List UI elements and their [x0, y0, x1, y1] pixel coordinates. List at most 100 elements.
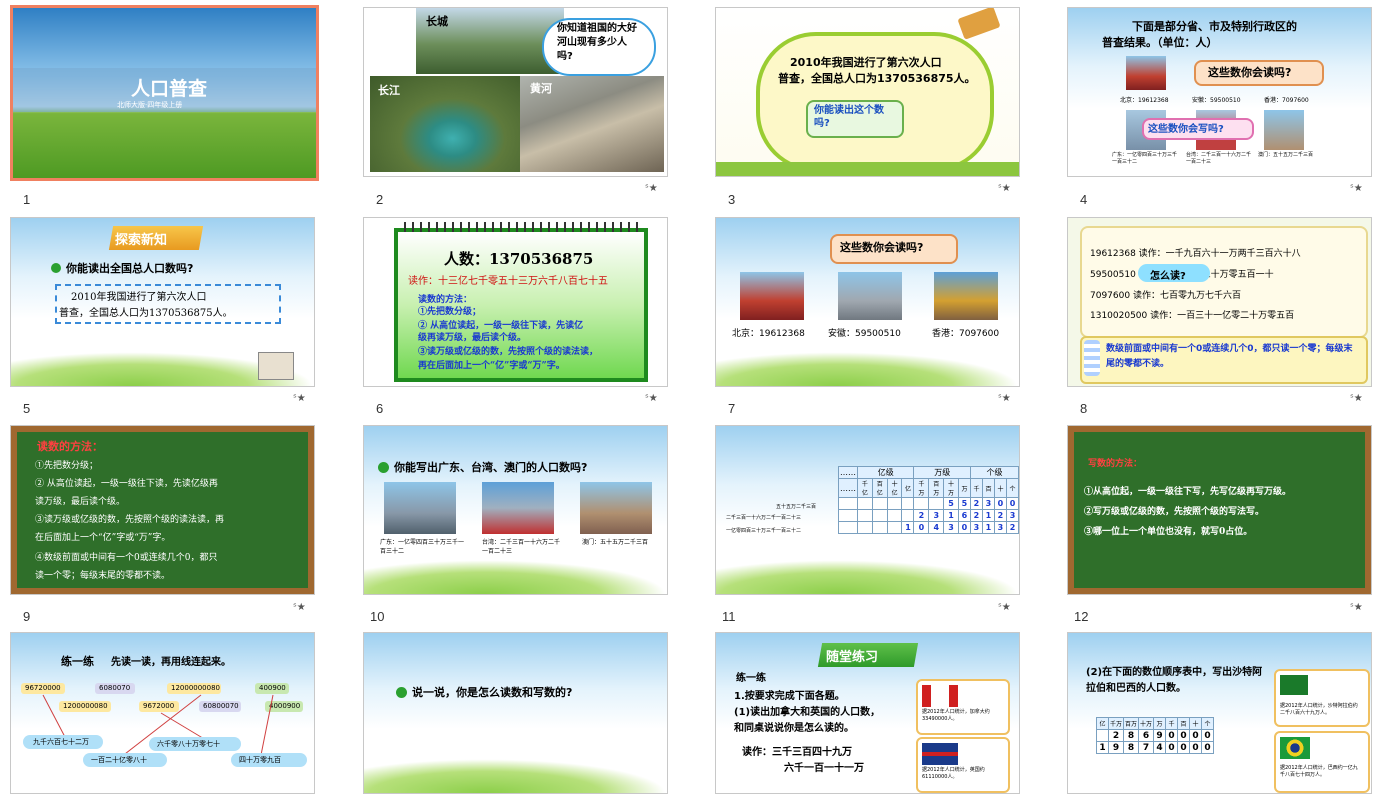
slide-thumbnail-9[interactable]: 读数的方法： ①先把数分级； ② 从高位读起，一级一级往下读，先读亿级再 读万级… [10, 425, 315, 595]
slide-thumbnail-12[interactable]: 写数的方法： ①从高位起，一级一级往下写，先写亿级再写万级。 ②写万级或亿级的数… [1067, 425, 1372, 595]
box-line1: 2010年我国进行了第六次人口 [71, 292, 207, 303]
line-1: 1.按要求完成下面各题。 [734, 691, 845, 702]
beijing-label: 北京：19612368 [732, 329, 805, 339]
place-header-cell: 十万 [943, 478, 959, 498]
slide-thumbnail-1[interactable]: 人口普查 北师大版·四年级上册 [10, 5, 319, 181]
animation-star-icon: ˢ★ [645, 393, 658, 404]
canada-card-text: 据2012年人口统计，加拿大约33490000人。 [922, 709, 990, 722]
digit-cell: 0 [1189, 729, 1203, 742]
header-wan: 万级 [913, 466, 971, 479]
anhui-label: 安徽：59500510 [828, 329, 901, 339]
slide-thumbnail-10[interactable]: 你能写出广东、台湾、澳门的人口数吗? 广东：一亿零四百三十万三千一百三十二 台湾… [363, 425, 668, 595]
slide-thumbnail-6[interactable]: 人数：1370536875 读作：十三亿七千零五十三万六千八百七十五 读数的方法… [363, 217, 668, 387]
connecting-lines [42, 694, 274, 758]
place-header-cell: 千万 [1107, 717, 1125, 730]
digit-cell: 2 [969, 497, 983, 510]
tag-text: 随堂练习 [826, 650, 879, 665]
digit-cell: 0 [1201, 741, 1215, 754]
slide-thumbnail-14[interactable]: 说一说，你是怎么读数和写数的? [363, 632, 668, 794]
digit-cell: 8 [1123, 729, 1140, 742]
slide-thumbnail-2[interactable]: 长城 长江 黄河 你知道祖国的大好河山现有多少人吗? [363, 7, 668, 177]
header-ellipsis: …… [838, 466, 858, 479]
guangdong-label: 广东：一亿零四百三十万三千一百三十二 [380, 539, 465, 555]
question-text: (2)在下面的数位顺序表中，写出沙特阿拉伯和巴西的人口数。 [1086, 667, 1263, 694]
place-header-cell: 千万 [913, 478, 930, 498]
slide-thumbnail-5[interactable]: 探索新知 你能读出全国总人口数吗? 2010年我国进行了第六次人口 普查，全国总… [10, 217, 315, 387]
digit-cell: 4 [1153, 741, 1167, 754]
sub-tag: 练一练 [736, 673, 766, 684]
place-header-cell: 个 [1201, 717, 1215, 730]
digit-cell: 9 [1107, 741, 1125, 754]
header-ellipsis-cell: …… [838, 478, 858, 498]
digit-cell: 3 [969, 521, 983, 534]
slide-thumbnail-13[interactable]: 练一练 先读一读，再用线连起来。 96720000 6080070 120000… [10, 632, 315, 794]
digit-cell: 2 [1107, 729, 1125, 742]
place-header-cell: 亿 [901, 478, 915, 498]
taiwan-label: 台湾：二千三百一十六万二千一百二十三 [482, 539, 561, 555]
header-line1: 下面是部分省、市及特别行政区的 [1132, 20, 1297, 33]
line-3: 和同桌说说你是怎么读的。 [734, 723, 854, 734]
slide-thumbnail-16[interactable]: (2)在下面的数位顺序表中，写出沙特阿拉伯和巴西的人口数。 亿千万 百万 十万万千百… [1067, 632, 1372, 794]
slide-thumbnail-15[interactable]: 随堂练习 练一练 1.按要求完成下面各题。 (1)读出加拿大和英国的人口数， 和… [715, 632, 1020, 794]
place-header-cell: 亿 [1096, 717, 1109, 730]
place-value-table: …… 亿级 万级 个级 …… 千亿 百亿 十亿亿千万 百万 十万万千百十个 552300 … [838, 466, 1019, 534]
digit-cell: 1 [981, 509, 995, 522]
saudi-flag-icon [1280, 675, 1308, 695]
animation-star-icon: ˢ★ [998, 183, 1011, 194]
left-label-1: 五十五万二千三百 [776, 504, 817, 510]
digit-cell: 0 [1201, 729, 1215, 742]
digit-cell [857, 521, 873, 534]
slide-thumbnail-7[interactable]: 这些数你会读吗? 北京：19612368 安徽：59500510 香港：7097… [715, 217, 1020, 387]
line-4: ③读万级或亿级的数，先按照个级的读法读，再 [35, 515, 225, 525]
place-header-cell: 百 [1177, 717, 1191, 730]
digit-cell: 1 [901, 521, 915, 534]
digit-cell: 5 [943, 497, 959, 510]
taiwan-photo [482, 482, 554, 534]
grass-decoration [716, 352, 1019, 386]
slide-thumbnail-11[interactable]: 五十五万二千三百 二千三百一十六万二千一百二十三 一亿零四百三十万三千一百三十二… [715, 425, 1020, 595]
animation-star-icon: ˢ★ [1350, 393, 1363, 404]
beijing-photo [740, 272, 804, 320]
read-line: 读作：三千三百四十九万 [742, 747, 852, 758]
digit-cell [857, 497, 873, 510]
digit-cell [871, 497, 888, 510]
read-question-text: 你能读出这个数吗? [814, 105, 884, 129]
question-text: 你能写出广东、台湾、澳门的人口数吗? [394, 461, 588, 474]
how-read-text: 怎么读? [1150, 271, 1186, 282]
step-2b: 级再读万级，最后读个级。 [418, 333, 527, 343]
q2-text: 这些数你会写吗? [1148, 124, 1224, 135]
line-2: ②写万级或亿级的数，先按照个级的写法写。 [1084, 507, 1265, 517]
digit-cell: 2 [1005, 521, 1019, 534]
line-3: 读万级，最后读个级。 [35, 497, 126, 507]
digit-cell: 4 [928, 521, 945, 534]
macau-photo [580, 482, 652, 534]
digit-cell: 2 [913, 509, 930, 522]
row1-anhui: 安徽：59500510 [1192, 97, 1241, 104]
uk-card-text: 据2012年人口统计，英国约61110000人。 [922, 767, 985, 780]
uk-flag-icon [922, 743, 958, 765]
digit-cell: 9 [1153, 729, 1167, 742]
brazil-card-text: 据2012年人口统计，巴西约一亿九千八百七十四万人。 [1280, 765, 1358, 778]
header-yi: 亿级 [856, 466, 915, 479]
tag-text: 探索新知 [115, 233, 168, 248]
animation-star-icon: ˢ★ [998, 393, 1011, 404]
slide-thumbnail-4[interactable]: 下面是部分省、市及特别行政区的 普查结果。（单位：人） 这些数你会读吗? 北京：… [1067, 7, 1372, 177]
question-text: 说一说，你是怎么读数和写数的? [412, 686, 573, 699]
place-header-cell: 十万 [1138, 717, 1155, 730]
slide-number-10: 10 [370, 609, 385, 624]
animation-star-icon: ˢ★ [645, 183, 658, 194]
place-header-cell: 百 [981, 478, 995, 498]
place-header-cell: 十亿 [886, 478, 903, 498]
digit-cell: 7 [1138, 741, 1155, 754]
upper-panel [1080, 226, 1368, 338]
brazil-flag-icon [1280, 737, 1310, 759]
digit-cell: 3 [928, 509, 945, 522]
question-text: 你能读出全国总人口数吗? [66, 262, 194, 275]
word-3: 一百二十亿零八十 [91, 756, 147, 764]
slide-thumbnail-8[interactable]: 19612368 读作：一千九百六十一万两千三百六十八 59500510 读作：… [1067, 217, 1372, 387]
digit-cell [857, 509, 873, 522]
left-label-3: 一亿零四百三十万三千一百三十二 [726, 528, 802, 534]
empty-cell [838, 497, 858, 510]
row2-guangdong: 广东：一亿零四百三十万三千一百三十二 [1112, 152, 1178, 165]
slide-thumbnail-3[interactable]: 2010年我国进行了第六次人口 普查，全国总人口为1370536875人。 你能… [715, 7, 1020, 177]
